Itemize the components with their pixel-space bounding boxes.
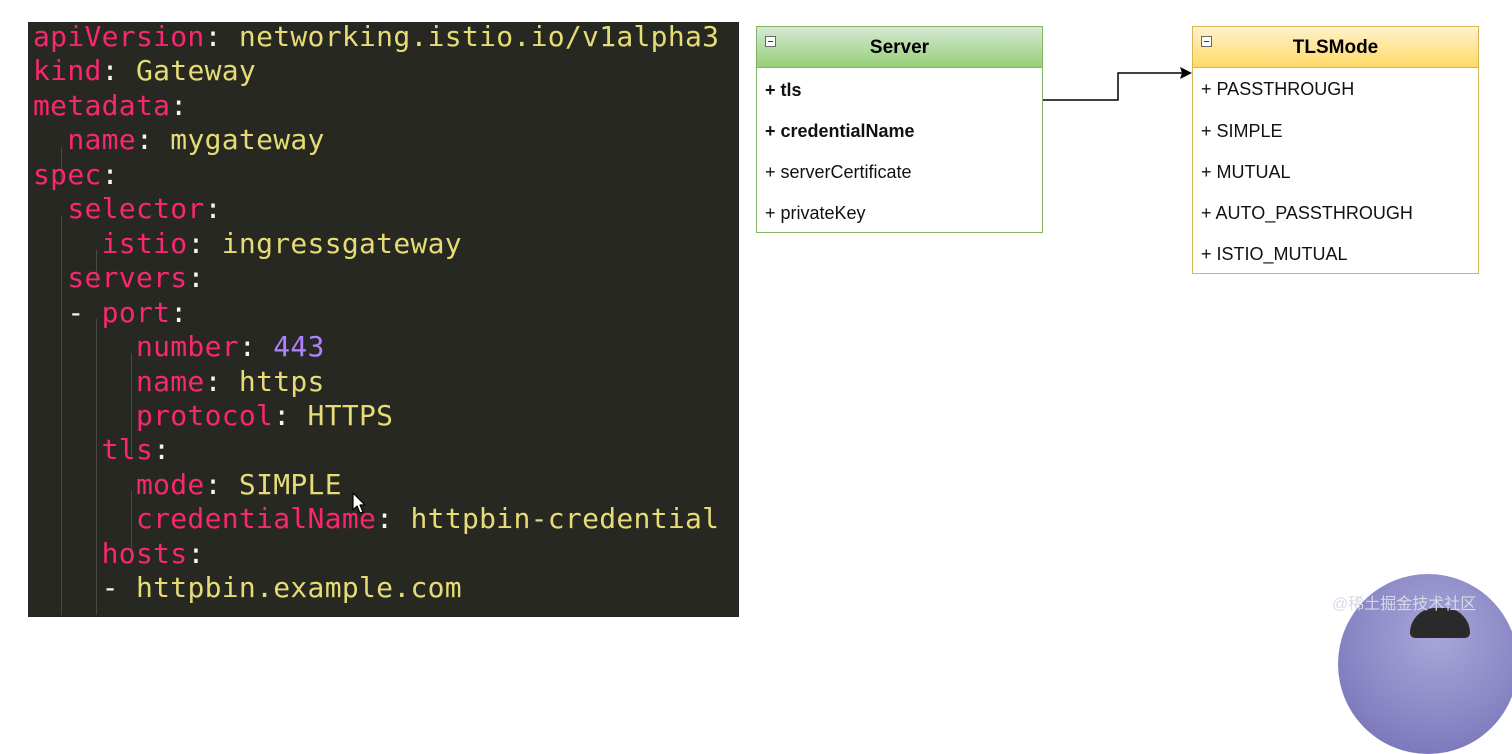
watermark-text: @稀土掘金技术社区	[1332, 596, 1477, 613]
association-arrow	[1043, 67, 1192, 101]
